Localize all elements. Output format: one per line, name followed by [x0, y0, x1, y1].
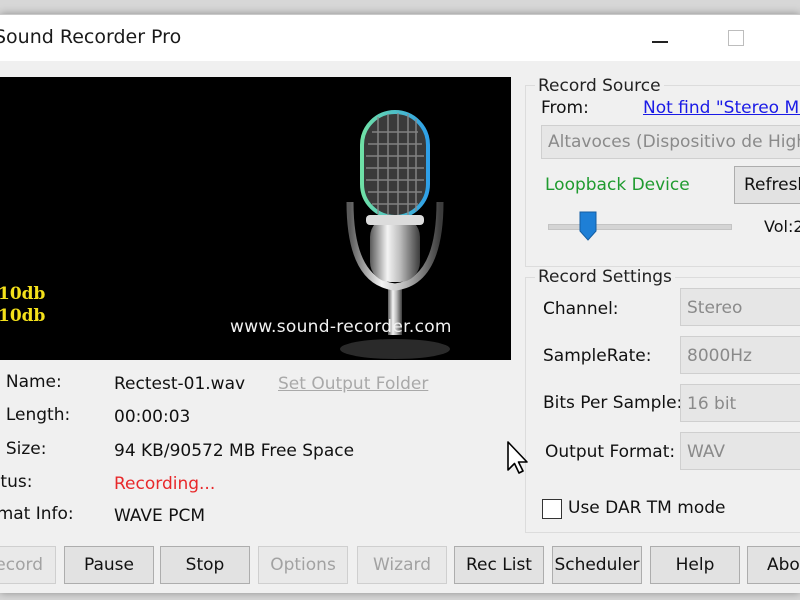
file-size-label: e Size:: [0, 439, 47, 459]
dar-tm-mode-label: Use DAR TM mode: [568, 498, 726, 518]
format-info-value: WAVE PCM: [114, 506, 205, 526]
refresh-button[interactable]: Refresh: [734, 166, 800, 204]
status-value: Recording...: [114, 474, 216, 494]
mouse-cursor-icon: [507, 441, 528, 474]
rec-list-button[interactable]: Rec List: [454, 546, 544, 584]
format-info-label: rmat Info:: [0, 504, 74, 524]
minimize-button[interactable]: [630, 15, 690, 61]
file-length-label: e Length:: [0, 405, 71, 425]
stereo-mix-link[interactable]: Not find "Stereo Mix": [643, 98, 800, 118]
stop-button[interactable]: Stop: [160, 546, 250, 584]
channel-label: Channel:: [543, 299, 619, 319]
file-size-value: 94 KB/90572 MB Free Space: [114, 441, 355, 461]
volume-slider-track[interactable]: [548, 224, 732, 230]
volume-slider-thumb[interactable]: [578, 211, 598, 241]
db-level-top: 10db: [0, 284, 46, 304]
samplerate-select[interactable]: 8000Hz: [680, 336, 800, 374]
window-title: Sound Recorder Pro: [0, 26, 182, 48]
scheduler-button[interactable]: Scheduler: [552, 546, 642, 584]
channel-select[interactable]: Stereo: [680, 288, 800, 326]
about-button[interactable]: About: [747, 546, 800, 584]
file-length-row: e Length: 00:00:03: [0, 400, 511, 430]
app-window: Sound Recorder Pro 10db 10db www.sound-r…: [0, 14, 800, 593]
audio-visualizer: 10db 10db www.sound-recorder.com: [0, 77, 511, 360]
source-device-select[interactable]: Altavoces (Dispositivo de High Definitio…: [541, 125, 800, 159]
record-source-title: Record Source: [535, 76, 664, 96]
pause-button[interactable]: Pause: [64, 546, 154, 584]
file-name-value: Rectest-01.wav: [114, 374, 246, 394]
file-size-row: e Size: 94 KB/90572 MB Free Space: [0, 434, 511, 464]
loopback-device-label: Loopback Device: [545, 175, 690, 195]
output-format-label: Output Format:: [545, 442, 676, 462]
dar-tm-mode-checkbox[interactable]: [542, 499, 562, 519]
wizard-button[interactable]: Wizard: [357, 546, 447, 584]
file-length-value: 00:00:03: [114, 407, 191, 427]
title-bar: Sound Recorder Pro: [0, 15, 800, 61]
website-url: www.sound-recorder.com: [230, 317, 452, 337]
from-label: From:: [541, 98, 589, 118]
file-name-row: e Name: Rectest-01.wav Set Output Folder: [0, 367, 511, 397]
options-button[interactable]: Options: [258, 546, 348, 584]
help-button[interactable]: Help: [650, 546, 740, 584]
record-settings-title: Record Settings: [535, 267, 675, 287]
format-info-row: rmat Info: WAVE PCM: [0, 499, 511, 529]
samplerate-label: SampleRate:: [543, 346, 652, 366]
output-format-select[interactable]: WAV: [680, 432, 800, 470]
volume-label: Vol:2: [764, 217, 800, 236]
status-label: atus:: [0, 472, 33, 492]
record-button[interactable]: Record: [0, 546, 56, 584]
db-level-bottom: 10db: [0, 306, 46, 326]
bits-per-sample-label: Bits Per Sample:: [543, 393, 683, 413]
maximize-button[interactable]: [706, 15, 766, 61]
set-output-folder-link[interactable]: Set Output Folder: [278, 374, 428, 394]
file-name-label: e Name:: [0, 372, 62, 392]
status-row: atus: Recording...: [0, 467, 511, 497]
bits-per-sample-select[interactable]: 16 bit: [680, 384, 800, 422]
recording-info-panel: e Name: Rectest-01.wav Set Output Folder…: [0, 360, 511, 530]
